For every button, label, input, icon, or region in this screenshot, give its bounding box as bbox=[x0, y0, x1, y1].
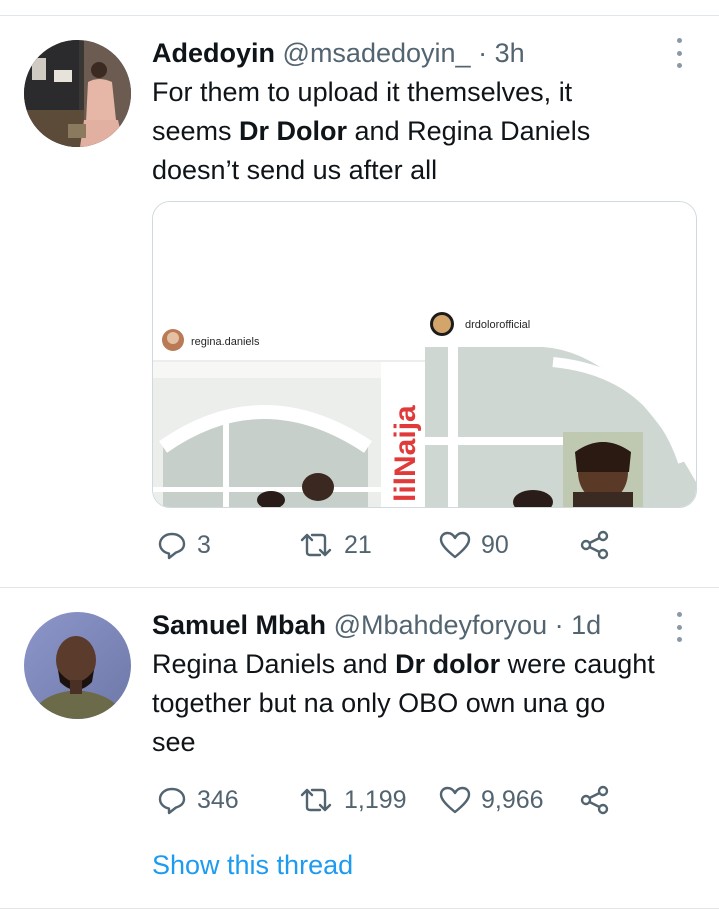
right-username: drdolorofficial bbox=[465, 319, 530, 331]
retweet-button[interactable]: 1,199 bbox=[298, 782, 407, 818]
tweet-2[interactable]: Samuel Mbah @Mbahdeyforyou · 1d Regina D… bbox=[0, 588, 719, 904]
retweet-count: 21 bbox=[344, 530, 372, 559]
retweet-count: 1,199 bbox=[344, 785, 407, 814]
tweet-text-line: For them to upload it themselves, it bbox=[152, 77, 573, 107]
tweet-text: Regina Daniels and Dr dolor were caught … bbox=[152, 645, 700, 762]
tweet-text-line: Regina Daniels and Dr dolor were caught bbox=[152, 645, 700, 684]
like-icon bbox=[439, 531, 471, 559]
avatar[interactable] bbox=[24, 612, 131, 719]
tweet-actions: 346 1,199 9,966 bbox=[152, 782, 622, 818]
like-count: 90 bbox=[481, 530, 509, 559]
tweet-text-part: were caught bbox=[500, 649, 655, 679]
reply-count: 3 bbox=[197, 530, 211, 559]
show-thread-link[interactable]: Show this thread bbox=[152, 850, 353, 881]
timestamp[interactable]: 3h bbox=[495, 38, 525, 68]
retweet-icon bbox=[300, 533, 332, 557]
bottom-divider bbox=[0, 908, 719, 909]
tweet-actions: 3 21 90 bbox=[152, 527, 622, 563]
share-icon bbox=[580, 785, 609, 815]
avatar-image bbox=[24, 612, 131, 719]
reply-button[interactable]: 3 bbox=[157, 527, 211, 563]
reply-icon bbox=[158, 787, 186, 815]
tweet-text-line: see bbox=[152, 727, 196, 757]
author-name[interactable]: Samuel Mbah bbox=[152, 610, 326, 640]
more-icon[interactable] bbox=[673, 612, 685, 642]
watermark-text: lilNaija bbox=[389, 405, 422, 502]
tweet-header: Samuel Mbah @Mbahdeyforyou · 1d bbox=[152, 609, 601, 641]
avatar-image bbox=[24, 40, 131, 147]
tweet-media[interactable]: regina.daniels lilNaija drdolorofficial bbox=[152, 201, 697, 508]
tweet-text-line: doesn’t send us after all bbox=[152, 155, 438, 185]
share-button[interactable] bbox=[579, 782, 611, 818]
reply-count: 346 bbox=[197, 785, 239, 814]
like-icon bbox=[439, 786, 471, 814]
left-username: regina.daniels bbox=[191, 336, 260, 348]
like-button[interactable]: 9,966 bbox=[439, 782, 544, 818]
reply-button[interactable]: 346 bbox=[157, 782, 239, 818]
tweet-text-line: together but na only OBO own una go bbox=[152, 688, 606, 718]
reply-icon bbox=[158, 532, 186, 560]
tweet-text: For them to upload it themselves, it see… bbox=[152, 73, 700, 190]
tweet-text-bold: Dr Dolor bbox=[239, 116, 348, 146]
separator: · bbox=[478, 38, 488, 68]
tweet-text-part: Regina Daniels and bbox=[152, 649, 396, 679]
timestamp[interactable]: 1d bbox=[571, 610, 601, 640]
retweet-icon bbox=[300, 788, 332, 812]
avatar[interactable] bbox=[24, 40, 131, 147]
author-handle[interactable]: @msadedoyin_ bbox=[283, 38, 471, 68]
like-count: 9,966 bbox=[481, 785, 544, 814]
retweet-button[interactable]: 21 bbox=[298, 527, 372, 563]
tweet-text-part: seems bbox=[152, 116, 240, 146]
tweet-text-line: seems Dr Dolor and Regina Daniels bbox=[152, 112, 700, 151]
share-button[interactable] bbox=[579, 527, 611, 563]
tweet-text-part: and Regina Daniels bbox=[347, 116, 591, 146]
tweet-text-bold: Dr dolor bbox=[395, 649, 501, 679]
more-icon[interactable] bbox=[673, 38, 685, 68]
tweet-header: Adedoyin @msadedoyin_ · 3h bbox=[152, 37, 525, 69]
share-icon bbox=[580, 530, 609, 560]
author-name[interactable]: Adedoyin bbox=[152, 38, 275, 68]
like-button[interactable]: 90 bbox=[439, 527, 509, 563]
separator: · bbox=[554, 610, 564, 640]
media-image: regina.daniels lilNaija drdolorofficial bbox=[153, 202, 696, 507]
author-handle[interactable]: @Mbahdeyforyou bbox=[334, 610, 548, 640]
tweet-1[interactable]: Adedoyin @msadedoyin_ · 3h For them to u… bbox=[0, 0, 719, 586]
